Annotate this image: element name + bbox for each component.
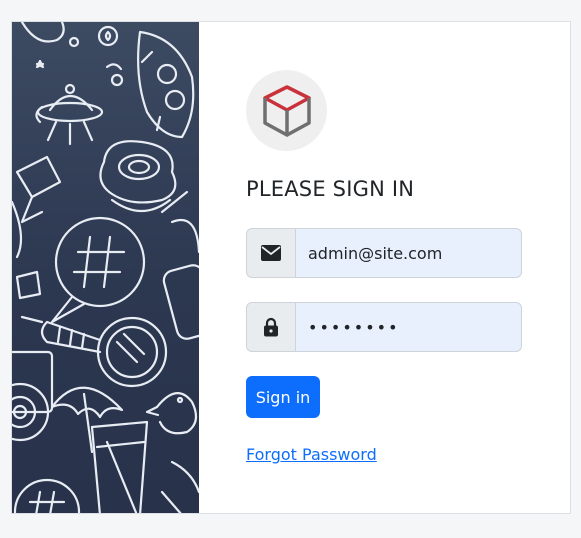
envelope-icon: [246, 228, 295, 278]
password-field[interactable]: [295, 302, 522, 352]
password-input-group: [246, 302, 522, 352]
sign-in-button[interactable]: Sign in: [246, 376, 320, 418]
email-input-group: [246, 228, 522, 278]
cube-logo-icon: [246, 70, 327, 151]
email-field[interactable]: [295, 228, 522, 278]
forgot-password-link[interactable]: Forgot Password: [246, 445, 377, 464]
lock-icon: [246, 302, 295, 352]
page-title: PLEASE SIGN IN: [246, 177, 415, 201]
sign-in-form: PLEASE SIGN IN Sign in Forgot Passw: [199, 22, 570, 513]
login-card: PLEASE SIGN IN Sign in Forgot Passw: [11, 21, 571, 514]
doodle-illustration-panel: [12, 22, 199, 513]
